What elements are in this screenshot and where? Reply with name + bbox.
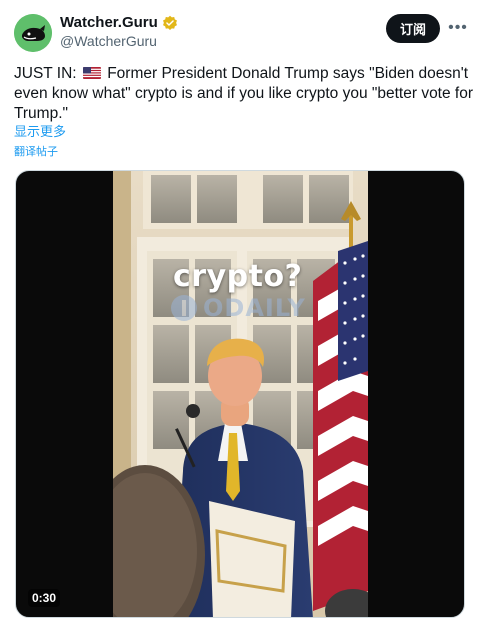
watermark: ODAILY — [169, 293, 306, 323]
tweet-text: JUST IN: Former President Donald Trump s… — [14, 64, 474, 124]
show-more-link[interactable]: 显示更多 — [14, 124, 66, 140]
whale-avatar-icon[interactable] — [14, 14, 52, 52]
tweet-card: Watcher.Guru @WatcherGuru 订阅 ••• JUST IN… — [0, 0, 489, 624]
odaily-logo-icon — [171, 295, 197, 321]
verified-badge-icon — [162, 15, 178, 31]
video-frame: crypto? ODAILY — [113, 171, 368, 617]
watermark-text: ODAILY — [203, 294, 306, 322]
more-options-icon[interactable]: ••• — [448, 18, 468, 38]
tweet-text-intro: JUST IN: — [14, 65, 81, 82]
us-flag-icon — [82, 67, 101, 79]
subscribe-button[interactable]: 订阅 — [386, 14, 440, 43]
translate-post-link[interactable]: 翻译帖子 — [14, 145, 58, 159]
video-duration-badge: 0:30 — [28, 589, 61, 607]
video-overlay-caption: crypto? — [173, 259, 303, 294]
video-still-image — [113, 171, 368, 617]
author-display-name[interactable]: Watcher.Guru — [60, 14, 158, 32]
author-handle[interactable]: @WatcherGuru — [60, 33, 157, 50]
video-player[interactable]: crypto? ODAILY 0:30 — [15, 170, 465, 618]
author-name-row[interactable]: Watcher.Guru — [60, 14, 178, 32]
